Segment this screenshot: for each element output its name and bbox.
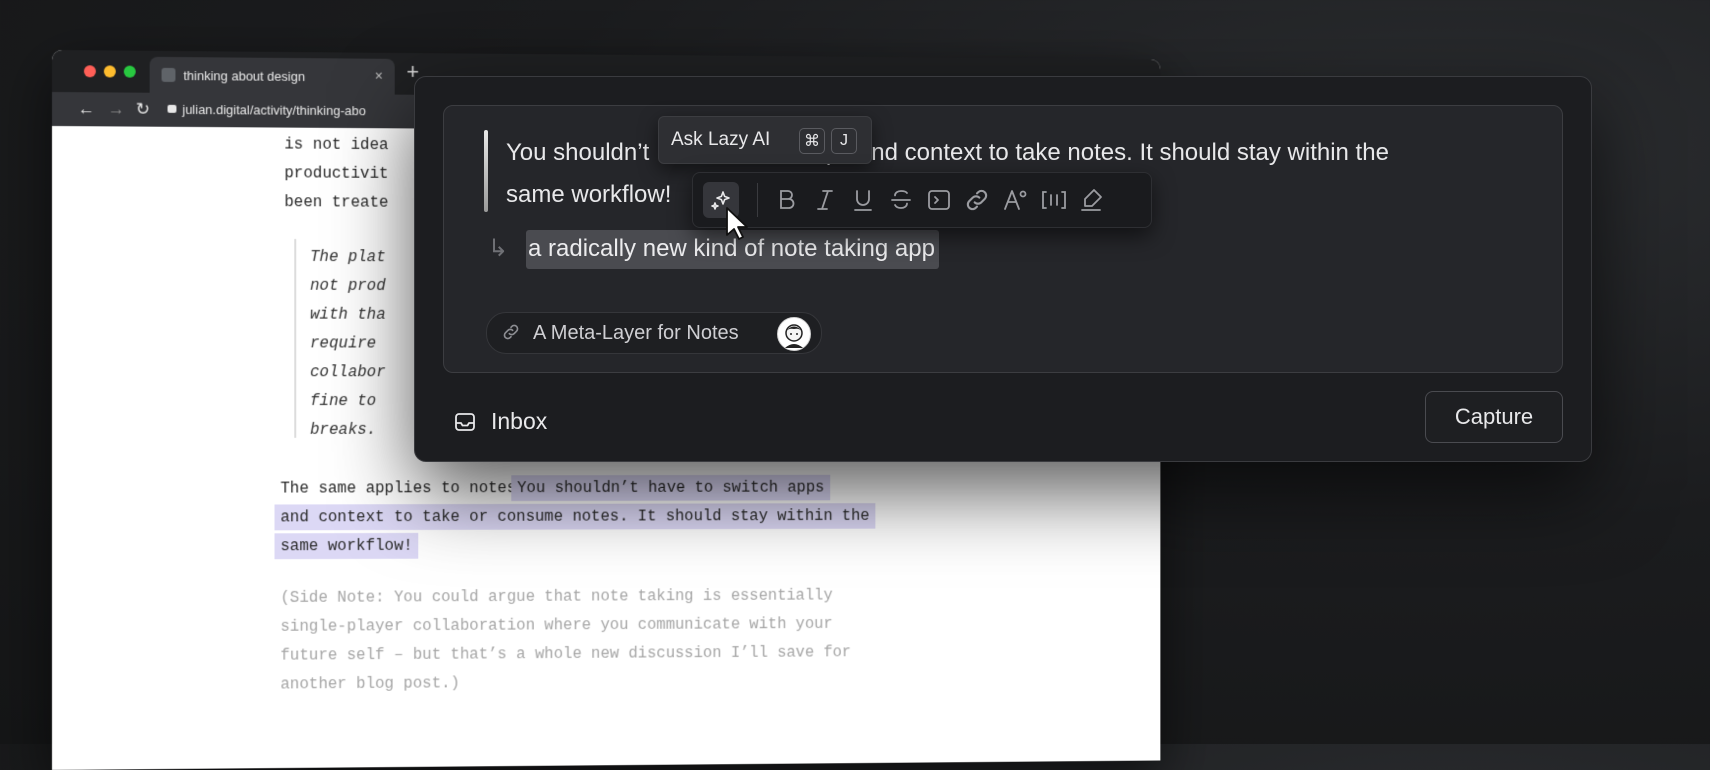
code-block-icon[interactable]	[925, 186, 953, 214]
ask-ai-tooltip[interactable]: Ask Lazy AI ⌘ J	[658, 116, 872, 164]
note-text-part: You shouldn’t	[506, 139, 650, 166]
j-key: J	[831, 128, 857, 154]
favicon-icon	[161, 67, 176, 82]
link-icon[interactable]	[963, 186, 991, 214]
tab-close-icon[interactable]: ×	[375, 68, 383, 84]
quote-line: breaks.	[310, 420, 377, 439]
bracket-embed-icon[interactable]	[1039, 186, 1067, 214]
strikethrough-icon[interactable]	[887, 186, 915, 214]
mouse-cursor-icon	[724, 206, 754, 247]
note-text-part: same workflow!	[506, 181, 672, 208]
link-icon	[501, 322, 521, 347]
article-paragraph-lead: The same applies to notes.	[280, 479, 526, 498]
minimize-window-button[interactable]	[103, 65, 116, 78]
highlighted-text[interactable]: and context to take or consume notes. It…	[274, 503, 876, 531]
quote-line: require	[310, 334, 377, 353]
linked-note-title: A Meta-Layer for Notes	[533, 322, 739, 344]
inbox-icon	[453, 410, 477, 440]
highlighted-text[interactable]: You shouldn’t have to switch apps	[511, 474, 831, 501]
capture-modal: You shouldn’t ps and context to take not…	[414, 76, 1592, 462]
quote-line: collabor	[310, 363, 386, 382]
article-line: been treate	[284, 193, 389, 212]
reload-icon[interactable]: ↻	[136, 100, 150, 120]
note-text-part: ps and context to take notes. It should …	[819, 139, 1389, 166]
underline-icon[interactable]	[849, 186, 877, 214]
lock-icon	[167, 104, 177, 113]
side-note-line: future self – but that’s a whole new dis…	[280, 643, 852, 665]
toolbar-divider	[757, 183, 758, 217]
text-style-icon[interactable]	[1001, 186, 1029, 214]
quote-line: not prod	[310, 276, 386, 295]
capture-button[interactable]: Capture	[1425, 391, 1563, 443]
highlighter-icon[interactable]	[1077, 186, 1105, 214]
tab-title: thinking about design	[183, 68, 305, 84]
linked-note-chip[interactable]: A Meta-Layer for Notes	[486, 312, 822, 354]
avatar	[777, 317, 811, 351]
inbox-label: Inbox	[491, 408, 548, 434]
article-line: productivit	[284, 164, 389, 183]
quote-line: The plat	[310, 248, 386, 267]
browser-tab[interactable]: thinking about design ×	[149, 56, 395, 95]
quote-line: fine to	[310, 392, 377, 410]
forward-icon[interactable]: →	[108, 99, 125, 119]
side-note-line: (Side Note: You could argue that note ta…	[280, 586, 833, 607]
url-field[interactable]: julian.digital/activity/thinking-abo	[167, 101, 366, 119]
italic-icon[interactable]	[811, 186, 839, 214]
note-editor[interactable]: You shouldn’t ps and context to take not…	[443, 105, 1563, 373]
bold-icon[interactable]	[773, 186, 801, 214]
ask-ai-label: Ask Lazy AI	[671, 129, 771, 150]
quote-line: with tha	[310, 305, 386, 324]
close-window-button[interactable]	[83, 65, 96, 78]
reply-arrow-icon: ↳	[488, 235, 509, 262]
maximize-window-button[interactable]	[123, 65, 136, 78]
article-line: is not idea	[284, 135, 389, 155]
highlighted-text[interactable]: same workflow!	[274, 532, 419, 560]
side-note-line: single-player collaboration where you co…	[280, 615, 833, 636]
url-text: julian.digital/activity/thinking-abo	[182, 101, 366, 119]
command-key-icon: ⌘	[799, 128, 825, 154]
side-note-line: another blog post.)	[280, 674, 460, 694]
formatting-toolbar	[692, 172, 1152, 228]
back-icon[interactable]: ←	[78, 99, 95, 119]
quote-bar	[484, 130, 488, 212]
